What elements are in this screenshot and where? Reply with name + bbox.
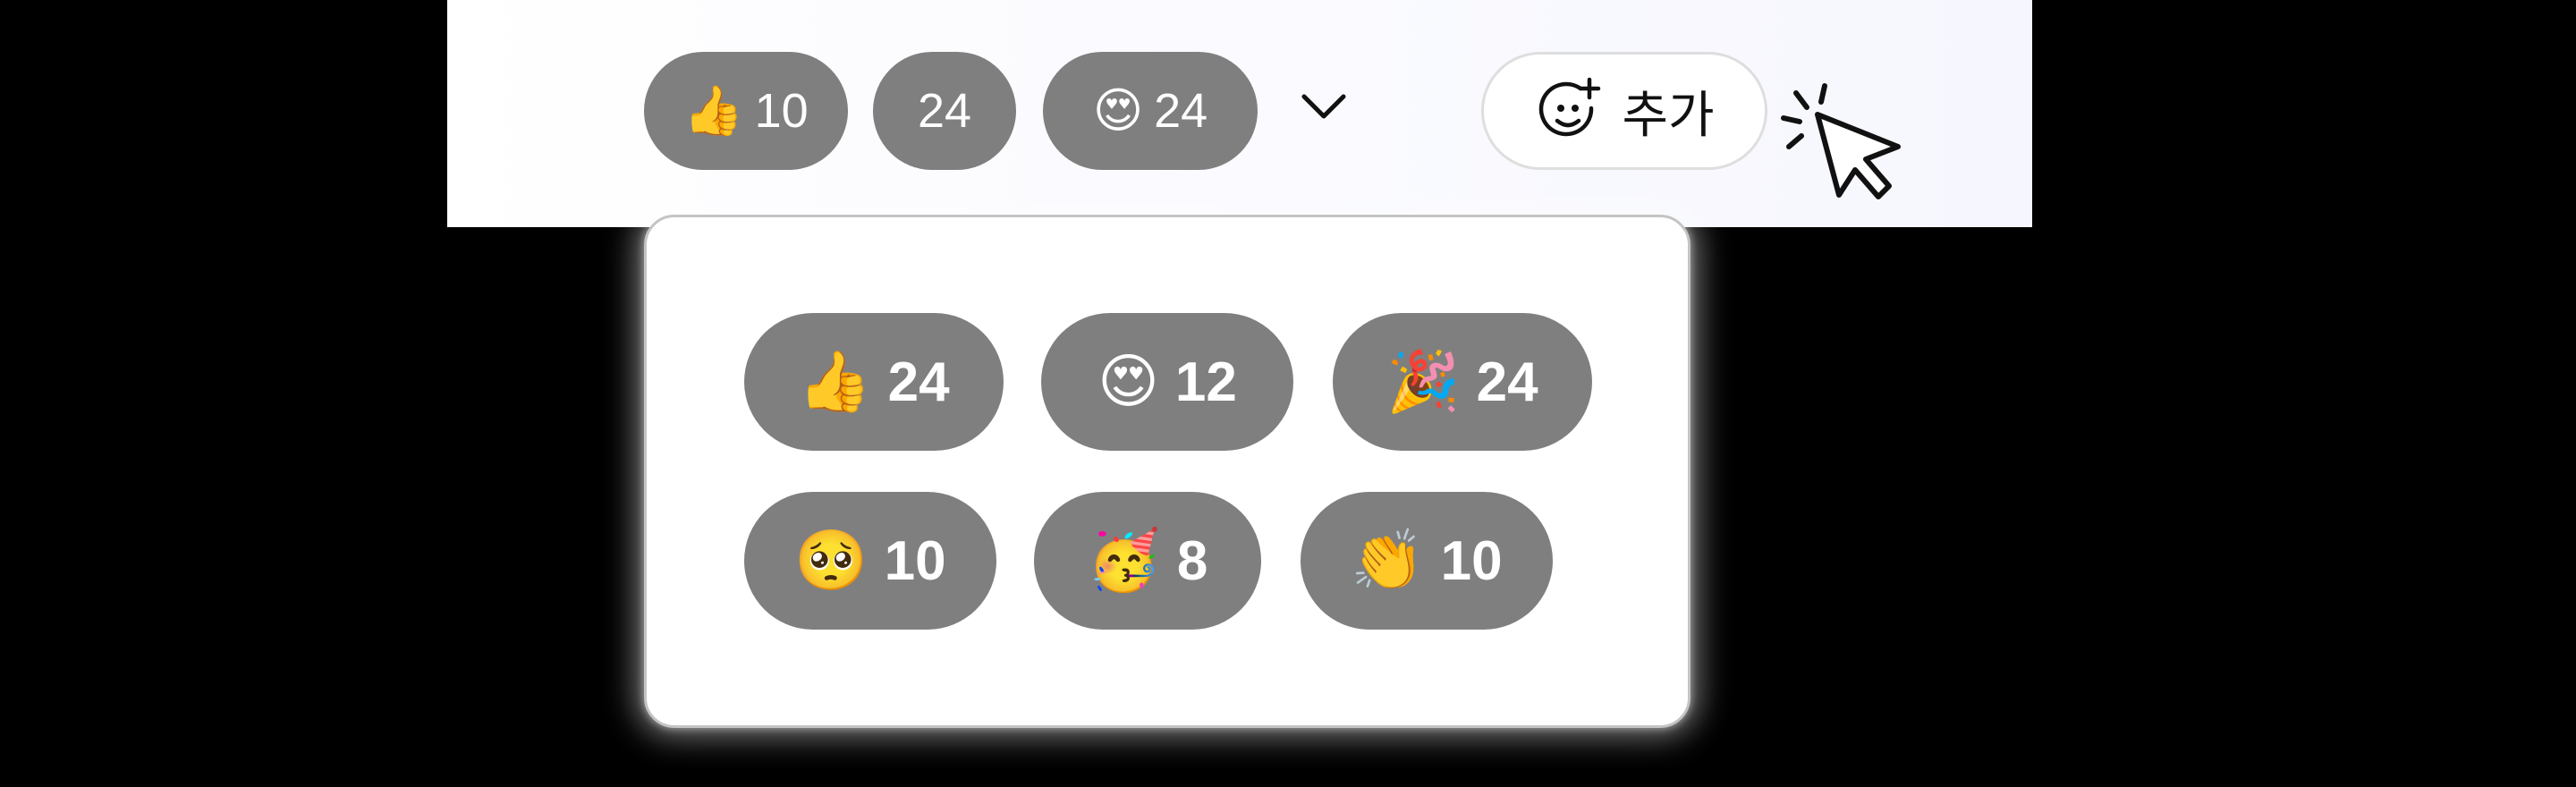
popover-reaction-partying-face[interactable]: 🥳 8 xyxy=(1034,492,1261,630)
popover-reaction-thumbs-up[interactable]: 👍 24 xyxy=(744,313,1004,451)
reaction-count: 24 xyxy=(1154,84,1208,138)
pleading-face-icon: 🥺 xyxy=(794,526,869,595)
heart-eyes-icon: 😍 xyxy=(1097,347,1159,416)
popover-reaction-pleading[interactable]: 🥺 10 xyxy=(744,492,996,630)
party-popper-icon: 🎉 xyxy=(1386,347,1461,416)
reaction-count: 8 xyxy=(1176,529,1208,592)
thumbs-up-icon: 👍 xyxy=(683,82,744,139)
add-emoji-icon xyxy=(1539,77,1601,137)
popover-reaction-heart-eyes[interactable]: 😍 12 xyxy=(1041,313,1293,451)
reaction-count: 10 xyxy=(884,529,946,592)
clapping-hands-icon: 👏 xyxy=(1351,526,1425,595)
reaction-pill-count-only[interactable]: 24 xyxy=(873,52,1016,170)
thumbs-up-icon: 👍 xyxy=(798,347,872,416)
click-cursor-icon xyxy=(1781,83,1901,199)
reaction-pill-thumbs-up[interactable]: 👍 10 xyxy=(644,52,848,170)
reaction-pill-heart-eyes[interactable]: 😍 24 xyxy=(1043,52,1258,170)
heart-eyes-icon: 😍 xyxy=(1092,82,1144,139)
reaction-count: 24 xyxy=(887,351,950,413)
reaction-count: 10 xyxy=(1440,529,1503,592)
reaction-popover xyxy=(644,215,1690,728)
partying-face-icon: 🥳 xyxy=(1087,526,1161,595)
reaction-count: 24 xyxy=(1476,351,1538,413)
chevron-down-icon[interactable] xyxy=(1299,88,1349,123)
reaction-count: 10 xyxy=(754,84,809,138)
add-reaction-button[interactable]: 추가 xyxy=(1481,52,1767,170)
popover-reaction-party-popper[interactable]: 🎉 24 xyxy=(1333,313,1592,451)
popover-reaction-clapping[interactable]: 👏 10 xyxy=(1301,492,1553,630)
reaction-count: 12 xyxy=(1174,351,1237,413)
reaction-count: 24 xyxy=(917,84,972,138)
add-button-label: 추가 xyxy=(1622,86,1715,143)
